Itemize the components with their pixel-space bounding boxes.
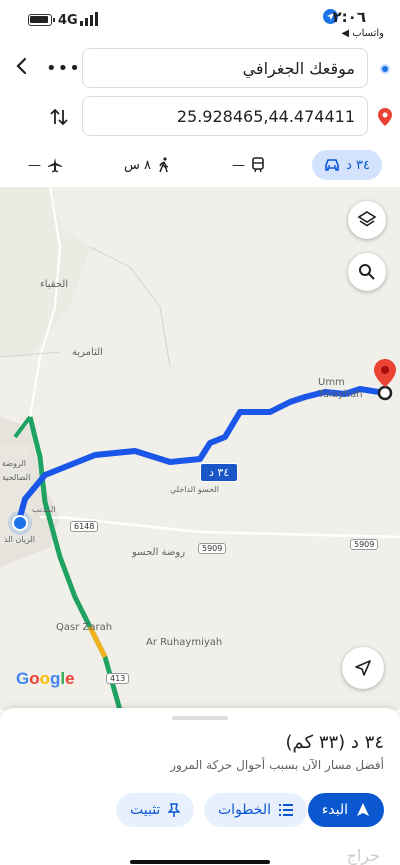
car-icon xyxy=(325,159,339,171)
back-to-app-link[interactable]: ◀ واتساب xyxy=(341,28,384,39)
airplane-icon xyxy=(48,158,62,173)
pin-label: تثبيت xyxy=(130,802,161,818)
map-label-umm-tulayhah: Umm Tulayhah xyxy=(318,377,363,400)
travel-modes-bar: ٣٤ د — ٨ س — xyxy=(0,144,400,184)
destination-pin-icon xyxy=(378,108,392,126)
train-icon xyxy=(252,157,264,173)
search-map-button[interactable] xyxy=(348,253,386,291)
destination-field[interactable]: 25.928465,44.474411 xyxy=(82,96,368,136)
search-icon xyxy=(359,264,375,280)
watermark-text: حراج xyxy=(346,846,381,865)
start-label: البدء xyxy=(321,802,348,818)
sheet-drag-handle[interactable] xyxy=(172,716,228,720)
back-button[interactable] xyxy=(8,52,36,80)
mode-flight-label: — xyxy=(28,157,41,173)
network-type: 4G xyxy=(58,13,78,28)
origin-field[interactable]: موقعك الجغرافي xyxy=(82,48,368,88)
map-label-alrayyan: الريان الذ xyxy=(4,535,36,544)
road-shield-6148: 6148 xyxy=(70,521,99,532)
steps-button[interactable]: الخطوات xyxy=(204,793,307,827)
map-label-thamiriya: الثامرية xyxy=(72,347,103,358)
origin-dot-icon xyxy=(380,64,390,74)
pushpin-icon xyxy=(168,803,181,817)
map-label-rawdat-hisw: روضة الحسو xyxy=(132,547,186,558)
mode-walk-tab[interactable]: ٨ س xyxy=(124,150,171,180)
chevron-left-icon xyxy=(16,57,27,75)
mode-flight-tab[interactable]: — xyxy=(28,150,63,180)
status-time: ٢:٠٦ xyxy=(332,8,366,26)
destination-text: 25.928465,44.474411 xyxy=(176,106,355,126)
navigation-icon xyxy=(357,803,369,816)
route-note: أفضل مسار الآن بسبب أحوال حركة المرور xyxy=(170,758,384,772)
home-indicator xyxy=(130,860,270,864)
mode-drive-tab[interactable]: ٣٤ د xyxy=(312,150,382,180)
mode-transit-tab[interactable]: — xyxy=(232,150,265,180)
battery-icon xyxy=(28,14,55,26)
status-bar: 4G ٢:٠٦ ◀ واتساب xyxy=(0,0,400,42)
road-shield-5909-a: 5909 xyxy=(198,543,227,554)
road-shield-413: 413 xyxy=(106,673,130,684)
signal-icon xyxy=(80,12,98,26)
layers-button[interactable] xyxy=(348,201,386,239)
route-duration-badge[interactable]: ٣٤ د xyxy=(200,463,239,482)
map-label-alhaba: الحقباء xyxy=(40,279,69,290)
mode-transit-label: — xyxy=(232,157,245,173)
swap-button[interactable] xyxy=(48,106,70,132)
map-label-ruhaymiyah: Ar Ruhaymiyah xyxy=(146,637,223,648)
steps-label: الخطوات xyxy=(218,802,271,818)
list-icon xyxy=(278,804,293,816)
map-label-almadhnab: المذنب xyxy=(32,505,56,514)
mode-drive-label: ٣٤ د xyxy=(346,157,370,173)
map-label-qasr-zarah: Qasr Zarah xyxy=(56,622,113,633)
layers-icon xyxy=(357,211,377,227)
pin-button[interactable]: تثبيت xyxy=(116,793,195,827)
map-label-hisw-dakhli: الحسو الداخلي xyxy=(170,485,219,494)
navigation-arrow-icon xyxy=(355,660,371,676)
swap-vertical-icon xyxy=(50,108,68,126)
walk-icon xyxy=(159,157,169,173)
map-destination-pin-icon[interactable] xyxy=(374,359,396,387)
map-label-alsalihiya: الصالحية xyxy=(2,473,31,482)
mode-walk-label: ٨ س xyxy=(124,157,151,173)
more-options-button[interactable]: ••• xyxy=(46,58,81,79)
road-shield-5909-b: 5909 xyxy=(350,539,379,550)
google-logo: Google xyxy=(16,669,75,688)
start-button[interactable]: البدء xyxy=(307,793,384,827)
map-label-rawda: الروضة xyxy=(2,459,27,468)
route-summary-sheet[interactable]: ٣٤ د (٣٣ كم) أفضل مسار الآن بسبب أحوال ح… xyxy=(0,708,400,865)
origin-text: موقعك الجغرافي xyxy=(242,58,355,78)
map-view[interactable]: الحقباء الثامرية Umm Tulayhah الحسو الدا… xyxy=(0,187,400,710)
route-summary: ٣٤ د (٣٣ كم) xyxy=(285,732,384,753)
recenter-button[interactable] xyxy=(342,647,384,689)
